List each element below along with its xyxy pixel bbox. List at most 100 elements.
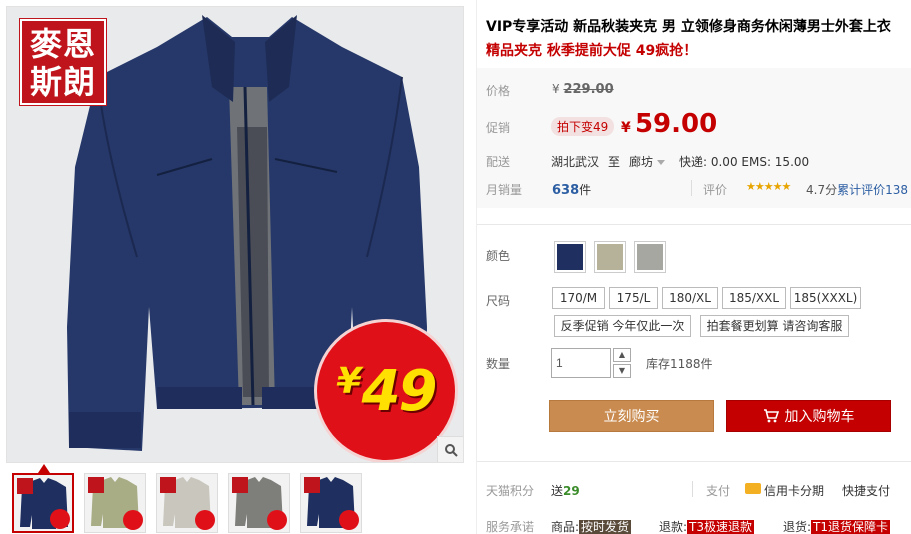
svc1-prefix: 商品: <box>551 520 580 534</box>
mini-price-burst <box>50 509 70 529</box>
sales-unit: 件 <box>579 183 592 197</box>
mini-brand-logo <box>304 477 320 493</box>
size-option-180[interactable]: 180/XL <box>662 287 718 309</box>
size-option-185-xxxl[interactable]: 185(XXXL) <box>790 287 861 309</box>
size-label: 尺码 <box>486 294 511 308</box>
promo-label: 促销 <box>486 121 511 135</box>
mini-brand-logo <box>17 478 33 494</box>
add-to-cart-label: 加入购物车 <box>784 409 855 425</box>
swatch-fill <box>597 244 623 270</box>
svc1-tag: 按时发货 <box>579 520 632 534</box>
stock-count: 库存1188件 <box>646 357 713 371</box>
original-currency: ¥ <box>552 82 560 96</box>
rating-label: 评价 <box>703 183 728 197</box>
svc3-prefix: 退货: <box>783 520 812 534</box>
service-shipping[interactable]: 商品: 按时发货 <box>551 518 632 534</box>
mini-price-burst <box>195 510 215 530</box>
size-option-185[interactable]: 185/XXL <box>722 287 786 309</box>
color-option-navy[interactable] <box>554 241 586 273</box>
qty-decrement-button[interactable]: ▼ <box>613 364 631 378</box>
ship-destination: 廊坊 <box>629 155 654 169</box>
brand-logo-line2: 斯朗 <box>29 63 96 101</box>
product-gallery: 麥恩 斯朗 ¥49 <box>0 0 470 534</box>
add-to-cart-button[interactable]: 加入购物车 <box>726 400 891 432</box>
original-price-value: 229.00 <box>563 82 614 97</box>
divider <box>477 461 911 462</box>
pay-label: 支付 <box>706 484 731 498</box>
ship-destination-select[interactable]: 廊坊 <box>629 153 666 170</box>
qty-label: 数量 <box>486 357 511 371</box>
divider <box>691 180 692 196</box>
points-number: 29 <box>563 484 580 498</box>
chevron-down-icon <box>657 160 666 165</box>
rating-score: 4.7分 <box>806 183 838 197</box>
cart-icon <box>763 409 779 423</box>
svc3-tag: T1退货保障卡 <box>811 520 891 534</box>
promo-currency: ¥ <box>621 120 631 136</box>
points-label: 天猫积分 <box>486 484 535 498</box>
review-count-link[interactable]: 累计评价138 <box>837 183 908 197</box>
points-value: 送29 <box>551 482 580 499</box>
sales-count-value: 638 <box>552 183 580 198</box>
product-subtitle: 精品夹克 秋季提前大促 49疯抢！ <box>486 43 698 59</box>
sales-label: 月销量 <box>486 183 523 197</box>
service-refund[interactable]: 退款: T3极速退款 <box>659 518 755 534</box>
color-option-khaki[interactable] <box>594 241 626 273</box>
magnifier-icon <box>444 443 458 457</box>
points-prefix: 送 <box>551 484 564 498</box>
brand-logo: 麥恩 斯朗 <box>19 18 107 106</box>
rating-stars: ★★★★★ <box>746 180 791 193</box>
zoom-button[interactable] <box>437 436 463 462</box>
swatch-fill <box>637 244 663 270</box>
size-option-175[interactable]: 175/L <box>609 287 658 309</box>
divider <box>692 481 693 497</box>
price-label: 价格 <box>486 84 511 98</box>
mini-price-burst <box>267 510 287 530</box>
rating-summary[interactable]: 4.7分累计评价138 <box>806 181 908 198</box>
thumbnail-2[interactable] <box>84 473 146 533</box>
thumbnail-3[interactable] <box>156 473 218 533</box>
size-option-170[interactable]: 170/M <box>552 287 605 309</box>
mini-price-burst <box>339 510 359 530</box>
qty-increment-button[interactable]: ▲ <box>613 348 631 362</box>
buy-now-button[interactable]: 立刻购买 <box>549 400 714 432</box>
thumbnail-5[interactable] <box>300 473 362 533</box>
promo-option-2[interactable]: 拍套餐更划算 请咨询客服 <box>700 315 849 337</box>
sales-count: 638件 <box>552 181 591 198</box>
thumbnail-4[interactable] <box>228 473 290 533</box>
pay-credit-installment[interactable]: 信用卡分期 <box>764 482 824 499</box>
divider <box>477 224 911 225</box>
burst-currency: ¥ <box>336 360 362 402</box>
shipping-label: 配送 <box>486 155 511 169</box>
svc2-tag: T3极速退款 <box>687 520 755 534</box>
pay-quick[interactable]: 快捷支付 <box>842 482 890 499</box>
ship-to-word: 至 <box>608 155 621 169</box>
quantity-input[interactable] <box>551 348 611 378</box>
main-product-image[interactable]: 麥恩 斯朗 ¥49 <box>6 6 464 463</box>
service-label: 服务承诺 <box>486 520 535 534</box>
color-option-gray[interactable] <box>634 241 666 273</box>
brand-logo-line1: 麥恩 <box>29 25 96 63</box>
promo-price-value: 59.00 <box>634 109 718 139</box>
promo-price: ¥ 59.00 <box>621 109 717 139</box>
promo-tag: 拍下变49 <box>551 117 615 136</box>
shipping-fee: 快递: 0.00 EMS: 15.00 <box>679 155 810 169</box>
color-label: 颜色 <box>486 249 511 263</box>
mini-brand-logo <box>160 477 176 493</box>
mini-brand-logo <box>88 477 104 493</box>
product-info-panel: VIP专享活动 新品秋装夹克 男 立领修身商务休闲薄男士外套上衣 精品夹克 秋季… <box>476 0 911 534</box>
mini-brand-logo <box>232 477 248 493</box>
product-title: VIP专享活动 新品秋装夹克 男 立领修身商务休闲薄男士外套上衣 <box>486 19 891 35</box>
ship-from: 湖北武汉 <box>551 155 600 169</box>
burst-amount: 49 <box>361 358 438 424</box>
mini-price-burst <box>123 510 143 530</box>
swatch-fill <box>557 244 583 270</box>
service-return[interactable]: 退货: T1退货保障卡 <box>783 518 891 534</box>
thumbnail-1[interactable] <box>12 473 74 533</box>
active-thumb-indicator <box>38 464 50 473</box>
svc2-prefix: 退款: <box>659 520 688 534</box>
credit-card-icon <box>745 483 761 494</box>
promo-option-1[interactable]: 反季促销 今年仅此一次 <box>554 315 691 337</box>
price-burst-badge: ¥49 <box>317 322 455 460</box>
original-price: ¥ 229.00 <box>552 82 614 97</box>
